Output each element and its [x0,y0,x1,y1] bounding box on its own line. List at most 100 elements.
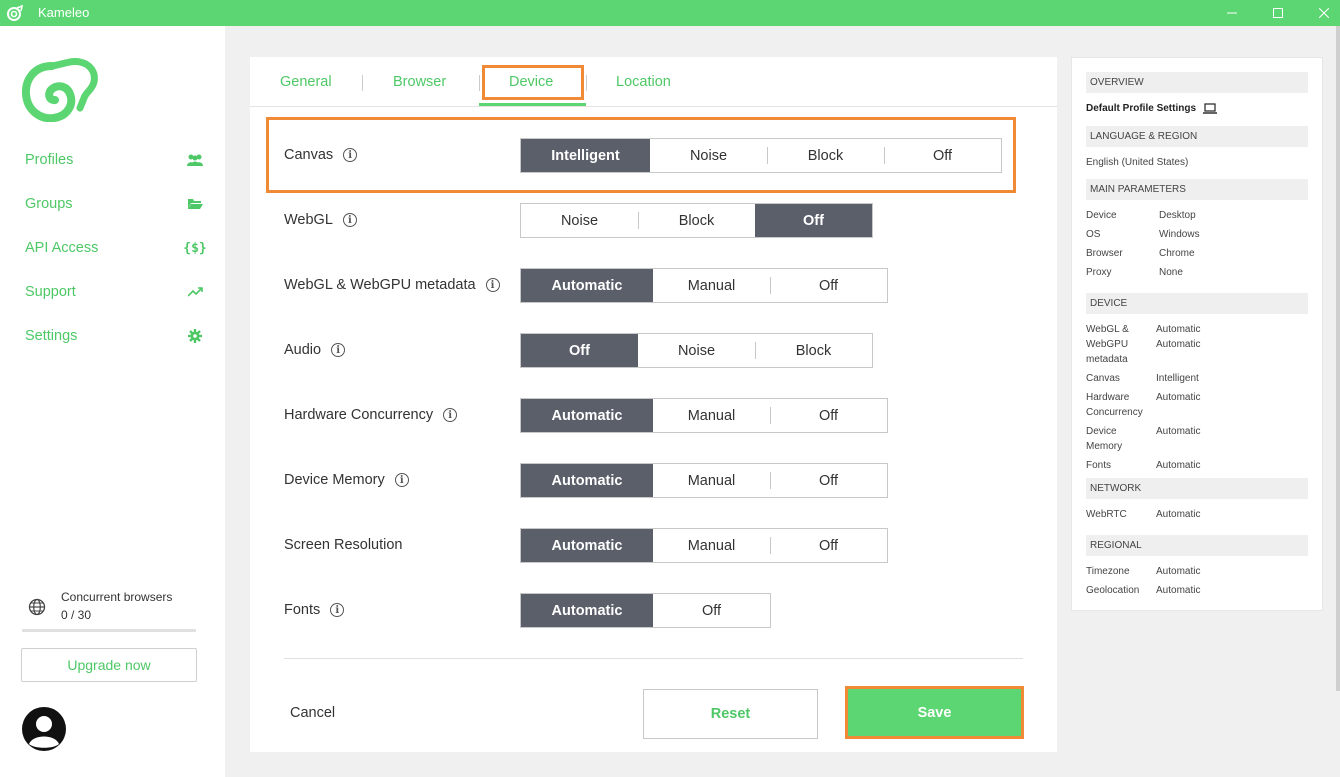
info-icon[interactable]: i [443,408,458,422]
webgl-and-webgpu-metadata-option-automatic[interactable]: Automatic [521,269,653,302]
info-icon[interactable]: i [330,603,345,617]
concurrent-label: Concurrent browsers [61,590,173,604]
webgl-and-webgpu-metadata-option-off[interactable]: Off [770,269,887,302]
maximize-button[interactable] [1255,0,1301,26]
overview-key: WebRTC [1086,509,1127,520]
sidebar-item-groups[interactable]: Groups [25,192,205,216]
overview-key: WebGL & WebGPU metadata [1086,324,1129,365]
close-button[interactable] [1301,0,1340,26]
audio-option-noise[interactable]: Noise [638,334,755,367]
info-icon[interactable]: i [485,278,500,292]
overview-value: Windows [1159,229,1200,240]
info-icon[interactable]: i [394,473,409,487]
tab-general[interactable]: General [280,74,332,90]
overview-key: OS [1086,229,1101,240]
overview-value: Automatic [1156,426,1201,437]
main-parameters-heading: MAIN PARAMETERS [1086,179,1308,200]
sidebar-item-profiles[interactable]: Profiles [25,148,205,172]
users-icon [185,152,205,168]
webgl-option-block[interactable]: Block [638,204,755,237]
device-memory-option-off[interactable]: Off [770,464,887,497]
overview-key: Device Memory [1086,426,1123,452]
overview-heading: OVERVIEW [1086,72,1308,93]
upgrade-button[interactable]: Upgrade now [21,648,197,682]
webgl-label: WebGL i [284,212,357,228]
screen-resolution-option-automatic[interactable]: Automatic [521,529,653,562]
tab-browser[interactable]: Browser [393,74,446,90]
sidebar-item-label: Settings [25,328,78,344]
minimize-button[interactable] [1209,0,1255,26]
concurrent-progress-bar [22,629,196,632]
trend-icon [185,284,205,300]
audio-option-block[interactable]: Block [755,334,872,367]
concurrent-value: 0 / 30 [61,608,92,622]
hardware-concurrency-option-off[interactable]: Off [770,399,887,432]
overview-key: Proxy [1086,267,1112,278]
device-heading: DEVICE [1086,293,1308,314]
hardware-concurrency-option-manual[interactable]: Manual [653,399,770,432]
overview-key: Timezone [1086,566,1130,577]
sidebar-item-label: Groups [25,196,73,212]
overview-value: None [1159,267,1183,278]
laptop-icon [1203,103,1218,114]
fonts-label: Fonts i [284,602,345,618]
app-logo-icon [7,4,24,21]
sidebar-item-api-access[interactable]: API Access {$} [25,236,207,260]
screen-resolution-option-off[interactable]: Off [770,529,887,562]
overview-value: Automatic [1156,392,1201,403]
webgl-option-noise[interactable]: Noise [521,204,638,237]
gear-icon [185,328,205,344]
overview-value: Automatic [1156,509,1201,520]
setting-label-text: Device Memory [284,472,385,488]
maximize-icon [1273,8,1283,18]
window-scrollbar[interactable] [1336,26,1340,691]
overview-value: Chrome [1159,248,1195,259]
overview-key: Browser [1086,248,1123,259]
device-memory-segmented-control: Automatic Manual Off [520,463,888,498]
screen-resolution-option-manual[interactable]: Manual [653,529,770,562]
reset-button[interactable]: Reset [643,689,818,739]
overview-key: Device [1086,210,1117,221]
canvas-highlight-box [266,117,1016,193]
overview-title-text: Default Profile Settings [1086,103,1197,114]
tab-separator [479,75,480,91]
overview-value: Intelligent [1156,373,1199,384]
fonts-segmented-control: Automatic Off [520,593,771,628]
window-title: Kameleo [38,5,90,20]
language-region-heading: LANGUAGE & REGION [1086,126,1308,147]
setting-label-text: Hardware Concurrency [284,407,434,423]
regional-heading: REGIONAL [1086,535,1308,556]
setting-label-text: WebGL [284,212,333,228]
hardware-concurrency-option-automatic[interactable]: Automatic [521,399,653,432]
overview-title: Default Profile Settings [1086,103,1218,114]
sidebar-item-support[interactable]: Support [25,280,205,304]
webgl-segmented-control: Noise Block Off [520,203,873,238]
setting-label-text: Audio [284,342,322,358]
tab-location[interactable]: Location [616,74,671,90]
sidebar-item-label: Profiles [25,152,74,168]
setting-label-text: WebGL & WebGPU metadata [284,277,476,293]
info-icon[interactable]: i [331,343,346,357]
divider [284,658,1023,659]
tab-separator [362,75,363,91]
fonts-option-off[interactable]: Off [653,594,770,627]
audio-option-off[interactable]: Off [521,334,638,367]
overview-value: Automatic Automatic [1156,324,1201,350]
webgl-and-webgpu-metadata-segmented-control: Automatic Manual Off [520,268,888,303]
audio-label: Audio i [284,342,346,358]
tab-highlight-box [482,65,584,100]
sidebar-item-label: API Access [25,240,99,256]
webgl-option-off[interactable]: Off [755,204,872,237]
cancel-button[interactable]: Cancel [290,705,335,721]
kameleo-logo-icon [22,58,98,122]
device-memory-option-manual[interactable]: Manual [653,464,770,497]
avatar[interactable] [21,706,67,752]
sidebar-item-settings[interactable]: Settings [25,324,205,348]
device-memory-option-automatic[interactable]: Automatic [521,464,653,497]
screen-resolution-label: Screen Resolution [284,537,403,553]
save-button[interactable]: Save [845,686,1024,739]
fonts-option-automatic[interactable]: Automatic [521,594,653,627]
overview-panel: OVERVIEW Default Profile Settings LANGUA… [1071,57,1323,611]
info-icon[interactable]: i [342,213,357,227]
webgl-and-webgpu-metadata-option-manual[interactable]: Manual [653,269,770,302]
